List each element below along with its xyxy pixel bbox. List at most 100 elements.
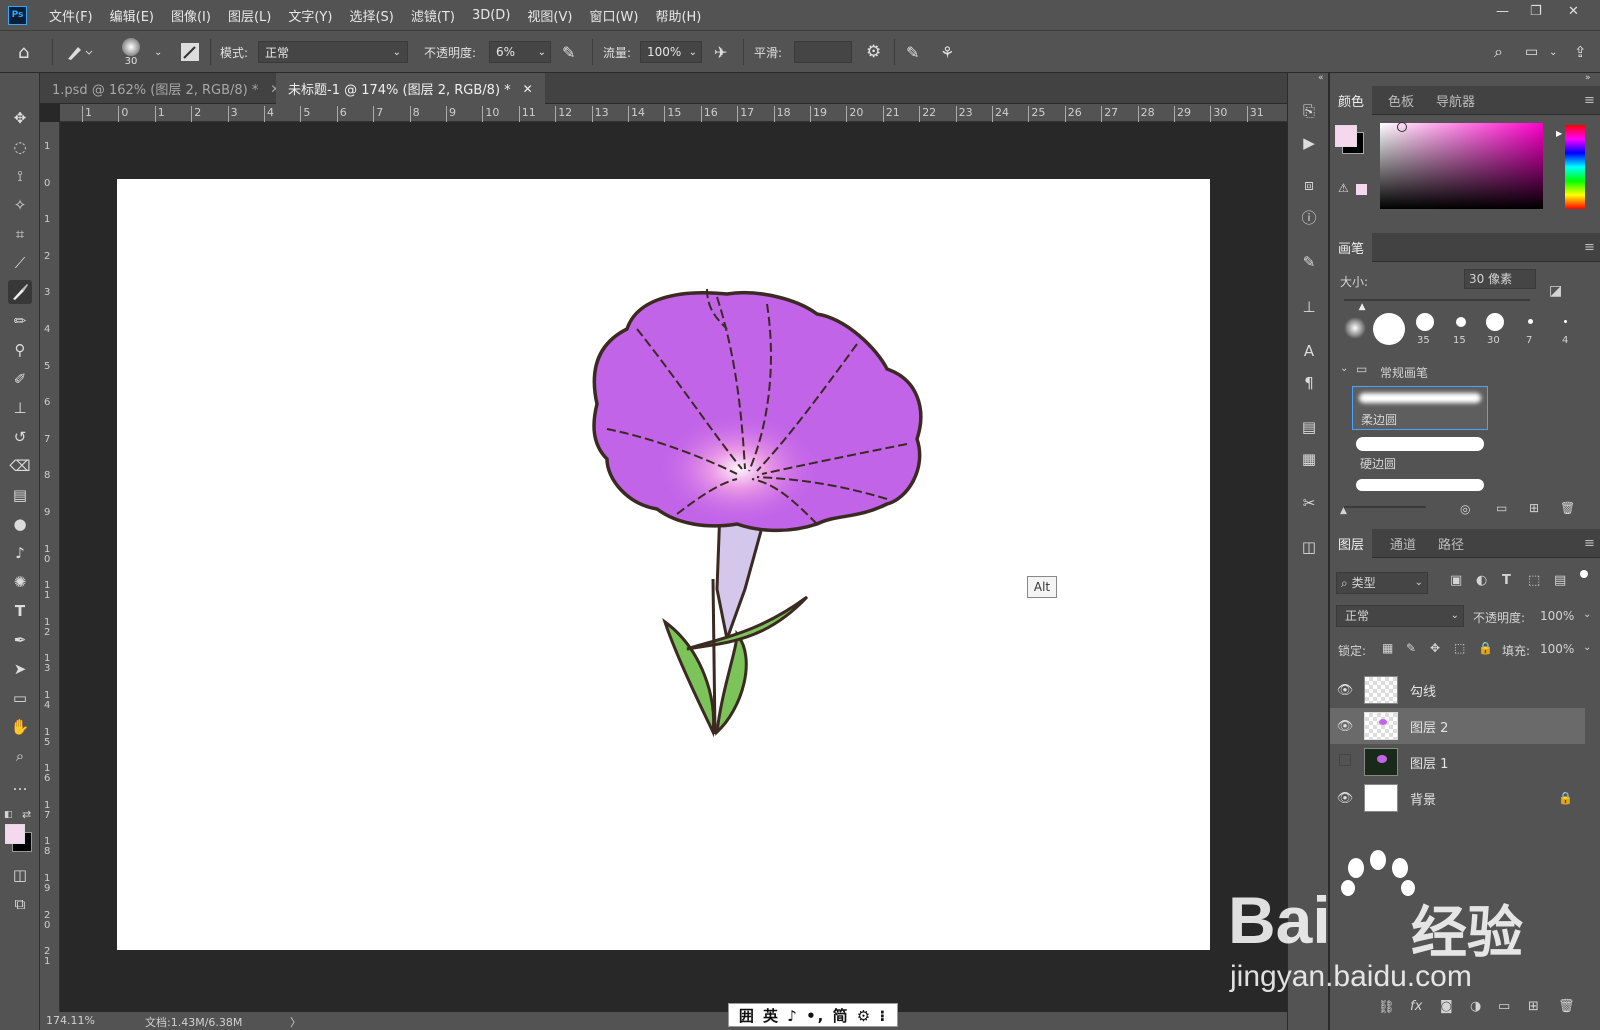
lock-position-icon[interactable]: ✥ <box>1430 641 1440 655</box>
menu-file[interactable]: 文件(F) <box>49 6 93 25</box>
3d-icon[interactable]: ⧈ <box>1297 173 1321 197</box>
trash-icon[interactable]: 🗑 <box>1560 501 1575 515</box>
paragraph-icon[interactable]: ¶ <box>1297 371 1321 395</box>
color-picker-cursor[interactable] <box>1397 122 1407 132</box>
restore-button[interactable]: ❐ <box>1530 4 1542 19</box>
history-brush-tool-icon[interactable]: ↺ <box>8 425 32 449</box>
panel-menu-icon[interactable]: ≡ <box>1584 86 1595 115</box>
hue-slider[interactable] <box>1565 125 1585 209</box>
brush-tool-preset-icon[interactable] <box>66 31 94 73</box>
tab-brushes[interactable]: 画笔 <box>1330 233 1373 262</box>
fg-color-chip[interactable] <box>1335 125 1357 147</box>
fill-value[interactable]: 100% <box>1540 642 1574 656</box>
eye-icon[interactable]: 👁 <box>1330 791 1360 806</box>
document-canvas[interactable] <box>117 179 1210 950</box>
menu-image[interactable]: 图像(I) <box>171 6 211 25</box>
actions-play-icon[interactable]: ▶ <box>1297 131 1321 155</box>
brush-size-field[interactable]: 30 像素 <box>1464 269 1536 289</box>
clone-stamp-tool-icon[interactable]: ⚲ <box>8 338 32 362</box>
layer-row-layer1[interactable]: 图层 1 <box>1330 744 1585 780</box>
stamp-tool-icon[interactable]: ⊥ <box>8 396 32 420</box>
brush-picker[interactable]: 30 <box>122 31 140 73</box>
layer-row-layer2[interactable]: 👁 图层 2 <box>1330 708 1585 744</box>
zoom-readout[interactable]: 174.11% <box>46 1014 95 1027</box>
tab-navigator[interactable]: 导航器 <box>1436 86 1475 115</box>
default-colors-icon[interactable]: ◧ <box>4 810 14 820</box>
collapse-icon[interactable]: » <box>1585 73 1591 83</box>
layer-opacity-value[interactable]: 100% <box>1540 609 1574 623</box>
menu-help[interactable]: 帮助(H) <box>655 6 701 25</box>
clone-source-icon[interactable]: ⊥ <box>1297 295 1321 319</box>
tool-presets-icon[interactable]: ✂ <box>1297 491 1321 515</box>
filter-toggle[interactable] <box>1580 570 1588 578</box>
lock-transparent-icon[interactable]: ▦ <box>1382 641 1393 655</box>
tab-layers[interactable]: 图层 <box>1330 529 1373 558</box>
filter-adjustment-icon[interactable]: ◐ <box>1476 573 1487 588</box>
type-tool-icon[interactable]: T <box>8 599 32 623</box>
brush-preset-hard-large[interactable] <box>1373 313 1405 345</box>
opacity-field[interactable]: 6% ⌄ <box>489 41 551 63</box>
menu-layer[interactable]: 图层(L) <box>228 6 271 25</box>
symmetry-icon[interactable]: ⚘ <box>940 31 954 73</box>
glyphs-icon[interactable]: ▤ <box>1297 415 1321 439</box>
hue-marker-icon[interactable]: ▶ <box>1556 129 1562 138</box>
blend-mode-select[interactable]: 正常 ⌄ <box>1336 605 1464 627</box>
brush-preset-7[interactable] <box>1528 319 1533 324</box>
home-icon[interactable]: ⌂ <box>18 31 29 73</box>
chevron-down-icon[interactable]: ⌄ <box>1583 642 1591 653</box>
lock-all-icon[interactable]: 🔒 <box>1478 641 1493 655</box>
new-brush-icon[interactable]: ◪ <box>1549 283 1562 299</box>
notes-icon[interactable]: ▦ <box>1297 447 1321 471</box>
brush-preset-15[interactable] <box>1456 317 1466 327</box>
sponge-tool-icon[interactable]: ✺ <box>8 570 32 594</box>
status-menu-arrow[interactable]: 〉 <box>290 1014 301 1030</box>
more-tools-icon[interactable]: … <box>8 773 32 797</box>
layer-filter-select[interactable]: ⌕ 类型 ⌄ <box>1336 572 1428 594</box>
toggle-preview-icon[interactable]: ◎ <box>1460 502 1470 516</box>
web-safe-swatch[interactable] <box>1356 184 1367 195</box>
menu-view[interactable]: 视图(V) <box>527 6 572 25</box>
menu-type[interactable]: 文字(Y) <box>288 6 332 25</box>
search-icon[interactable]: ⌕ <box>1494 31 1503 73</box>
move-tool-icon[interactable]: ✥ <box>8 106 32 130</box>
character-icon[interactable]: A <box>1297 339 1321 363</box>
gamut-warning-icon[interactable]: ⚠ <box>1338 181 1349 195</box>
brush-preset-4[interactable] <box>1564 320 1567 323</box>
smoothing-field[interactable] <box>794 41 852 63</box>
blur-tool-icon[interactable]: ● <box>8 512 32 536</box>
tab-swatches[interactable]: 色板 <box>1388 86 1414 115</box>
filter-pixel-icon[interactable]: ▣ <box>1450 573 1462 588</box>
brush-preset-soft[interactable] <box>1344 317 1366 339</box>
gear-icon[interactable]: ⚙ <box>866 31 881 73</box>
hand-tool-icon[interactable]: ✋ <box>8 715 32 739</box>
filter-smart-object-icon[interactable]: ▤ <box>1554 573 1566 588</box>
gradient-tool-icon[interactable]: ▤ <box>8 483 32 507</box>
zoom-tool-icon[interactable]: ⌕ <box>8 744 32 768</box>
layer-row-lineart[interactable]: 👁 勾线 <box>1330 672 1585 708</box>
panel-menu-icon[interactable]: ≡ <box>1584 529 1595 558</box>
tab-paths[interactable]: 路径 <box>1438 529 1464 558</box>
mode-select[interactable]: 正常 ⌄ <box>258 41 408 63</box>
chevron-down-icon[interactable]: ⌄ <box>154 31 162 73</box>
history-icon[interactable]: ⎘ <box>1297 99 1321 123</box>
menu-select[interactable]: 选择(S) <box>349 6 393 25</box>
close-icon[interactable]: ✕ <box>523 82 533 96</box>
preview-size-slider[interactable] <box>1344 506 1426 508</box>
brush-preset-30[interactable] <box>1486 313 1504 331</box>
magic-wand-tool-icon[interactable]: ✧ <box>8 193 32 217</box>
path-selection-tool-icon[interactable]: ➤ <box>8 657 32 681</box>
new-brush-icon[interactable]: ⊞ <box>1529 501 1539 515</box>
foreground-color-swatch[interactable] <box>5 824 25 844</box>
eye-icon[interactable]: 👁 <box>1330 719 1360 734</box>
lock-pixels-icon[interactable]: ✎ <box>1406 641 1416 655</box>
ime-toolbar[interactable]: 囲 英 ♪ •, 简 ⚙ ⁝ <box>728 1003 898 1027</box>
brush-preset-35[interactable] <box>1416 313 1434 331</box>
menu-3d[interactable]: 3D(D) <box>472 8 510 23</box>
dodge-tool-icon[interactable]: ♪ <box>8 541 32 565</box>
quick-mask-icon[interactable]: ◫ <box>8 863 32 887</box>
libraries-icon[interactable]: ◫ <box>1297 535 1321 559</box>
swap-colors-icon[interactable]: ⇄ <box>22 808 31 821</box>
eye-hidden-slot[interactable] <box>1330 754 1360 770</box>
pen-tool-icon[interactable]: ✒ <box>8 628 32 652</box>
collapse-icon[interactable]: « <box>1318 73 1324 83</box>
